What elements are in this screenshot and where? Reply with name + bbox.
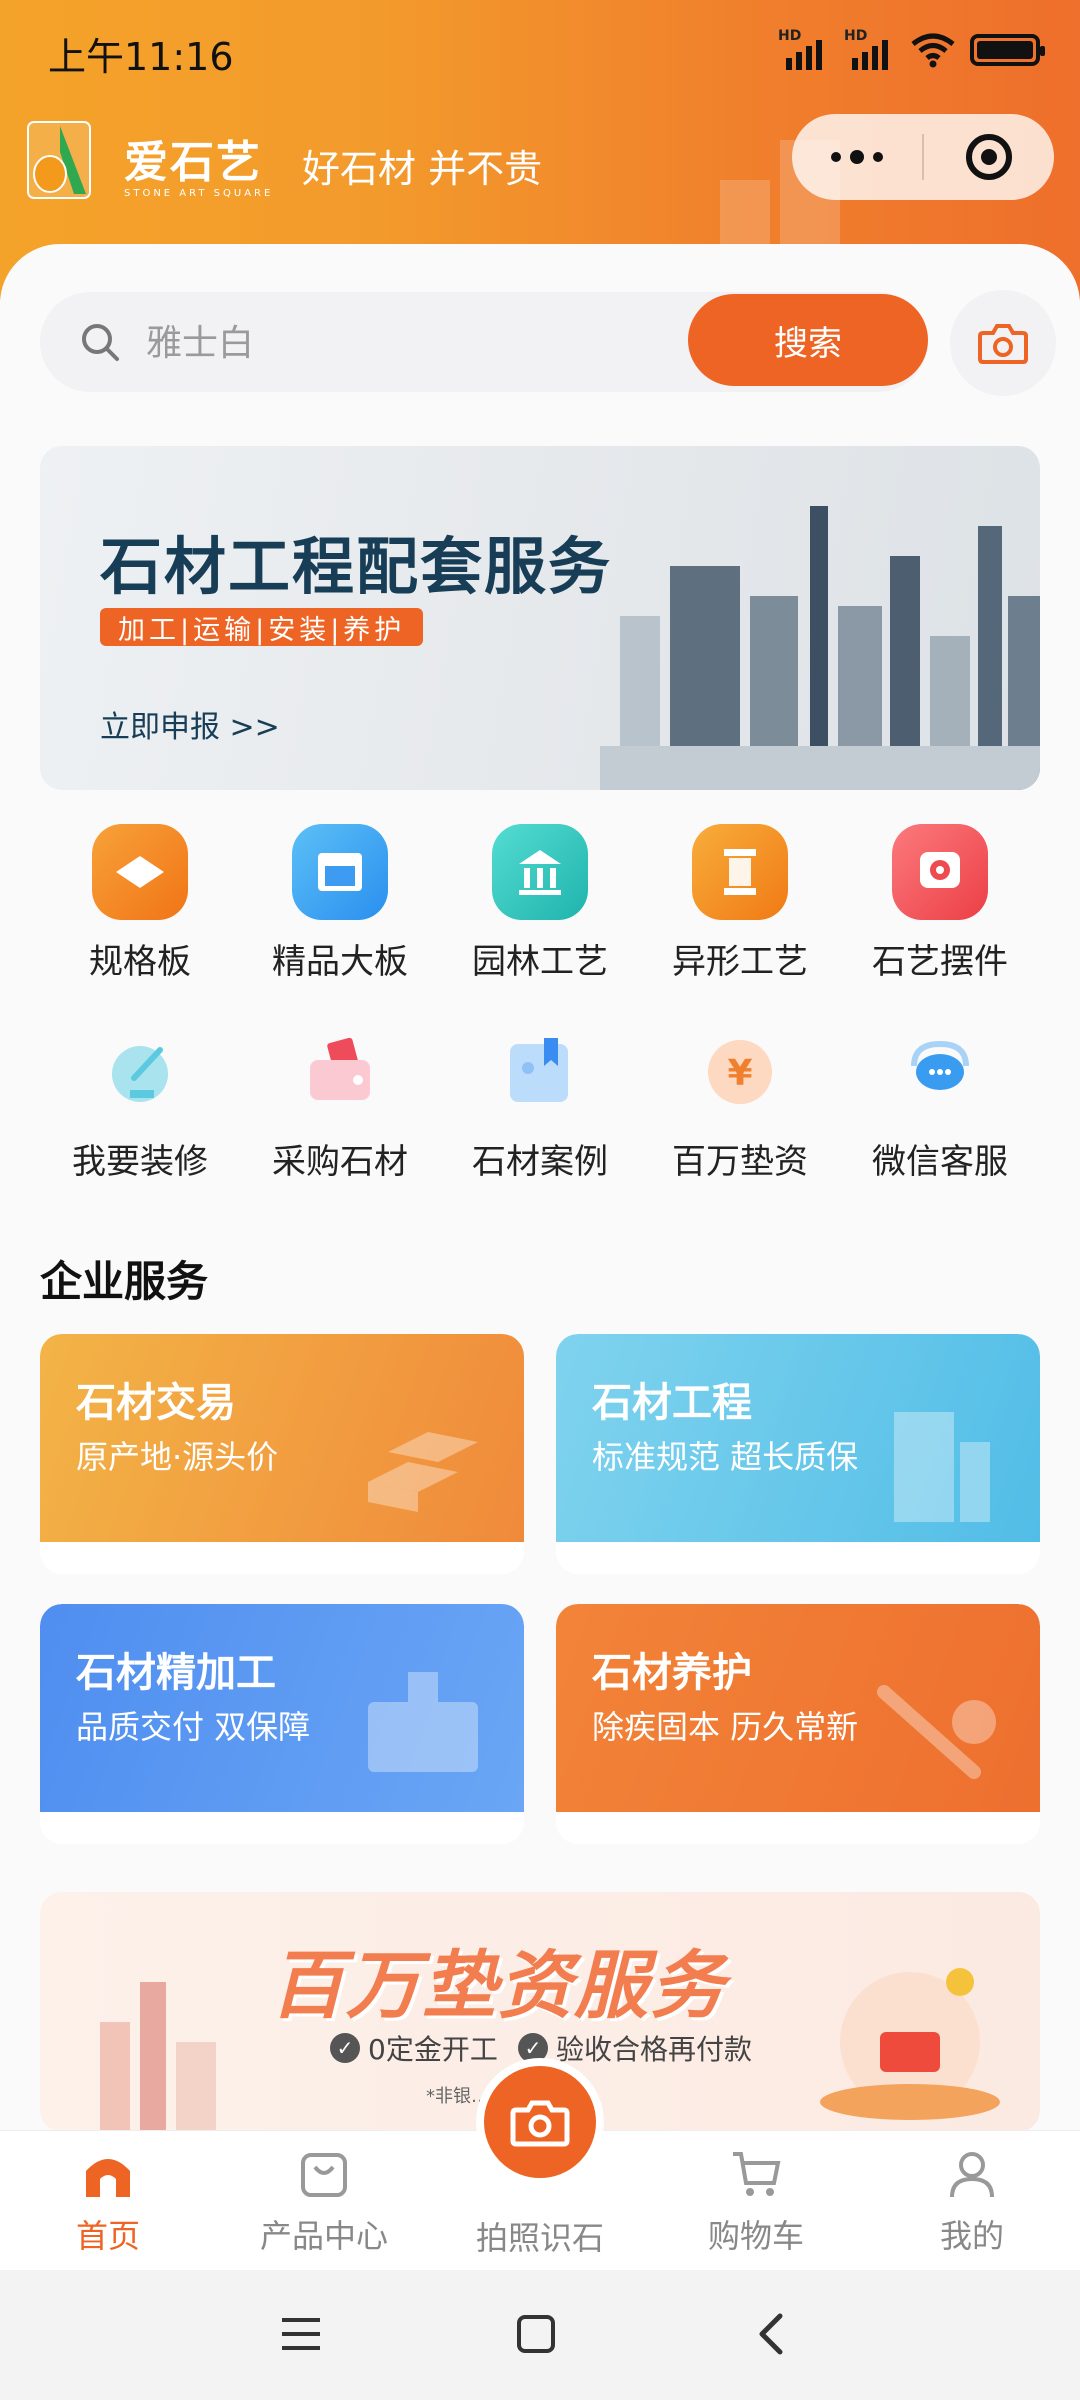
tab-home[interactable]: 首页	[28, 2149, 188, 2257]
category-financing[interactable]: ¥ 百万垫资	[640, 1024, 840, 1224]
chat-icon	[892, 1024, 988, 1120]
tab-cart[interactable]: 购物车	[676, 2149, 836, 2257]
category-cases[interactable]: 石材案例	[440, 1024, 640, 1224]
home-icon	[86, 2159, 130, 2197]
status-icons: HD HD	[778, 28, 1045, 70]
check-icon: ✓	[330, 2033, 360, 2063]
svg-text:¥: ¥	[727, 1053, 752, 1094]
signal-icon: HD	[778, 28, 830, 70]
category-decoration[interactable]: 我要装修	[40, 1024, 240, 1224]
tower-illustration	[100, 1982, 216, 2130]
window-icon	[292, 824, 388, 920]
coin-globe-illustration	[820, 1968, 1000, 2120]
tab-products[interactable]: 产品中心	[244, 2149, 404, 2257]
search-icon	[82, 324, 119, 361]
enterprise-section-title: 企业服务	[40, 1257, 209, 1306]
system-navigation-bar	[0, 2270, 1080, 2400]
home-square-icon[interactable]	[516, 2314, 556, 2354]
service-card-engineering[interactable]: 石材工程 标准规范 超长质保	[556, 1334, 1040, 1574]
banner-tags: 加工|运输|安装|养护	[100, 608, 424, 646]
category-shaped-craft[interactable]: 异形工艺	[640, 824, 840, 1024]
brand-sub: STONE ART SQUARE	[124, 188, 274, 199]
search-bar: 搜索	[40, 292, 928, 392]
machine-icon	[368, 1672, 478, 1772]
wallet-icon	[292, 1024, 388, 1120]
brand-name: 爱石艺	[124, 137, 262, 188]
gold-bars-icon	[368, 1432, 478, 1512]
column-icon	[692, 824, 788, 920]
brand: 爱石艺 STONE ART SQUARE	[124, 126, 273, 199]
category-grid: 规格板 精品大板 园林工艺 异形工艺 石艺摆件 我要装修 采购石材 石材案例 ¥…	[40, 824, 1040, 1224]
category-spec-slab[interactable]: 规格板	[40, 824, 240, 1024]
search-input[interactable]	[146, 318, 706, 368]
category-premium-slab[interactable]: 精品大板	[240, 824, 440, 1024]
back-icon[interactable]	[756, 2312, 786, 2356]
cart-icon	[733, 2152, 781, 2196]
shopping-bag-icon	[301, 2153, 347, 2197]
category-stone-ornament[interactable]: 石艺摆件	[840, 824, 1040, 1024]
building-icon	[894, 1412, 990, 1522]
close-miniapp-button[interactable]	[924, 114, 1054, 200]
brush-icon	[92, 1024, 188, 1120]
category-garden-craft[interactable]: 园林工艺	[440, 824, 640, 1024]
bookmark-icon	[492, 1024, 588, 1120]
tab-photo-identify[interactable]: 拍照识石	[460, 2213, 620, 2259]
point-no-deposit: ✓ 0定金开工	[330, 2028, 498, 2068]
main-content: 搜索 石材工程配套服务 加工|运输|安装|养护 立即申报 >>	[0, 244, 1080, 2130]
more-menu-button[interactable]	[792, 114, 922, 200]
slogan: 好石材 并不贵	[302, 147, 543, 191]
photo-identify-button[interactable]	[476, 2058, 604, 2186]
yuan-coin-icon: ¥	[692, 1024, 788, 1120]
status-time: 上午11:16	[48, 35, 234, 79]
search-button[interactable]: 搜索	[688, 294, 928, 386]
image-search-button[interactable]	[950, 290, 1056, 396]
tab-me[interactable]: 我的	[892, 2149, 1052, 2257]
target-icon	[966, 134, 1012, 180]
category-purchase[interactable]: 采购石材	[240, 1024, 440, 1224]
service-card-maintenance[interactable]: 石材养护 除疾固本 历久常新	[556, 1604, 1040, 1844]
camera-icon	[510, 2100, 570, 2147]
status-bar: 上午11:16 HD HD	[0, 0, 1080, 100]
service-card-processing[interactable]: 石材精加工 品质交付 双保障	[40, 1604, 524, 1844]
polisher-icon	[877, 1685, 996, 1779]
battery-icon	[970, 34, 1045, 66]
menu-icon[interactable]	[280, 2314, 322, 2354]
signal-icon-2: HD	[844, 28, 896, 70]
slab-icon	[92, 824, 188, 920]
miniapp-capsule	[792, 114, 1054, 200]
user-icon	[950, 2152, 994, 2198]
apply-now-link[interactable]: 立即申报 >>	[100, 702, 280, 746]
wifi-icon	[911, 33, 955, 68]
financing-title: 百万垫资服务	[270, 1943, 726, 2029]
engineering-service-banner[interactable]: 石材工程配套服务 加工|运输|安装|养护 立即申报 >>	[40, 446, 1040, 790]
camera-icon	[978, 324, 1028, 364]
ornament-icon	[892, 824, 988, 920]
category-wechat-service[interactable]: 微信客服	[840, 1024, 1040, 1224]
service-card-trade[interactable]: 石材交易 原产地·源头价	[40, 1334, 524, 1574]
banner-title: 石材工程配套服务	[100, 530, 613, 603]
pavilion-icon	[492, 824, 588, 920]
city-skyline-image	[600, 506, 1040, 790]
brand-logo-icon	[27, 121, 91, 199]
